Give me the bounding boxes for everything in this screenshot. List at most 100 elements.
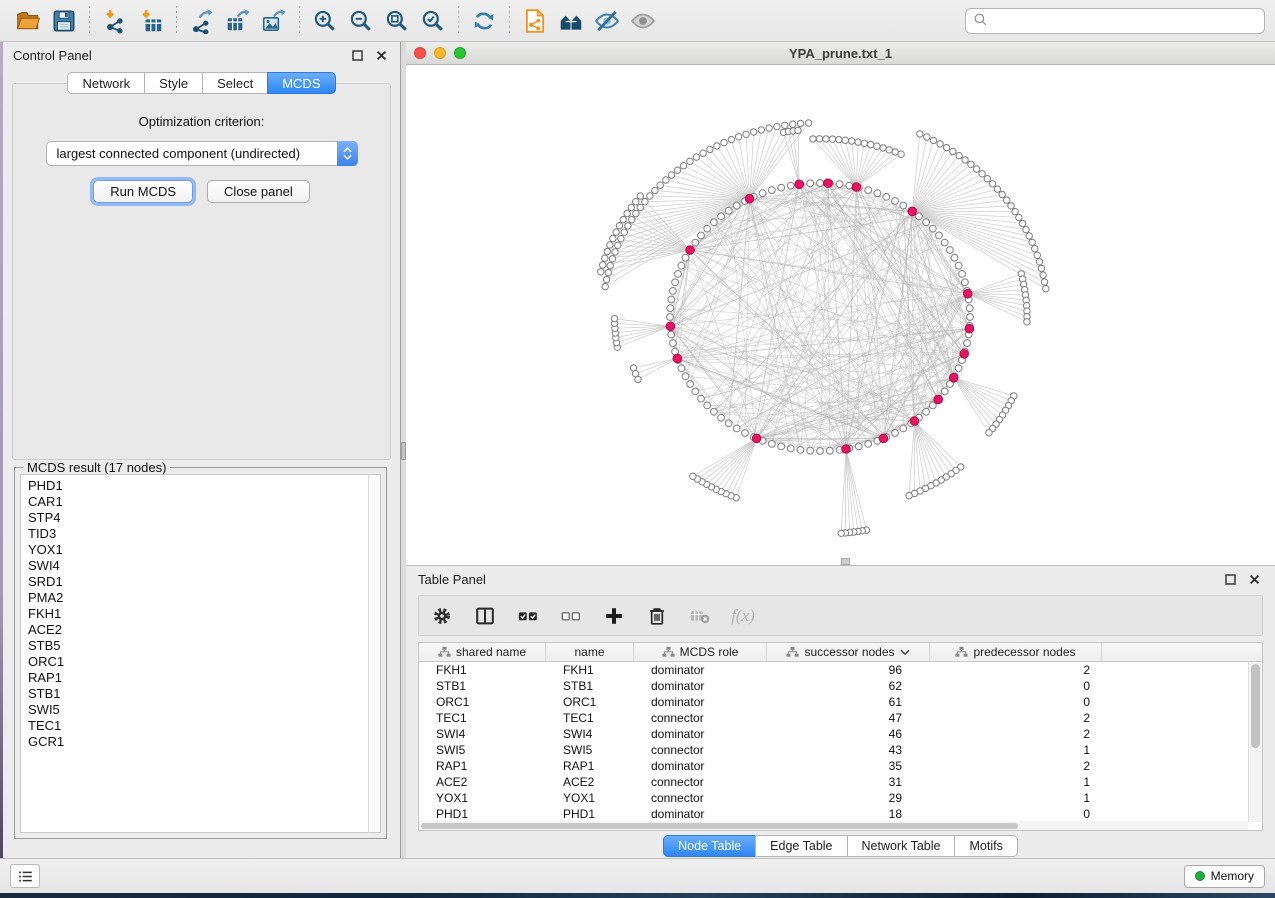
- mcds-result-item[interactable]: FKH1: [28, 606, 380, 622]
- column-header-shared-name[interactable]: shared name: [419, 643, 546, 661]
- tab-edge-table[interactable]: Edge Table: [755, 835, 847, 857]
- table-horizontal-scrollbar[interactable]: [419, 821, 1248, 830]
- table-row[interactable]: ACE2ACE2connector311: [419, 774, 1248, 790]
- column-header-name[interactable]: name: [546, 643, 634, 661]
- table-row[interactable]: SWI5SWI5connector431: [419, 742, 1248, 758]
- run-mcds-button[interactable]: Run MCDS: [93, 180, 193, 203]
- mcds-result-item[interactable]: TID3: [28, 526, 380, 542]
- table-header-row: shared namenameMCDS rolesuccessor nodesp…: [419, 643, 1262, 662]
- tab-motifs[interactable]: Motifs: [954, 835, 1017, 857]
- cell-MCDS-role: connector: [634, 775, 767, 789]
- export-image-button[interactable]: [256, 4, 292, 38]
- mcds-result-item[interactable]: ACE2: [28, 622, 380, 638]
- tab-style[interactable]: Style: [144, 72, 203, 94]
- tab-mcds[interactable]: MCDS: [267, 72, 335, 94]
- import-table-button[interactable]: [133, 4, 169, 38]
- memory-button[interactable]: Memory: [1184, 865, 1265, 888]
- mcds-result-item[interactable]: PHD1: [28, 478, 380, 494]
- cell-name: STB1: [546, 679, 634, 693]
- mcds-result-item[interactable]: YOX1: [28, 542, 380, 558]
- zoom-in-button[interactable]: [307, 4, 343, 38]
- mcds-result-item[interactable]: SWI5: [28, 702, 380, 718]
- mcds-result-item[interactable]: STB5: [28, 638, 380, 654]
- mcds-result-item[interactable]: PMA2: [28, 590, 380, 606]
- table-mode-button[interactable]: [429, 603, 455, 629]
- zoom-out-button[interactable]: [343, 4, 379, 38]
- optimization-criterion-select[interactable]: largest connected component (undirected): [46, 141, 358, 166]
- columns-icon: [474, 605, 496, 627]
- canvas-resize-grip[interactable]: [841, 558, 850, 565]
- tab-network[interactable]: Network: [67, 72, 145, 94]
- table-row[interactable]: STB1STB1dominator620: [419, 678, 1248, 694]
- apply-layout-button[interactable]: [466, 4, 502, 38]
- scrollbar-thumb[interactable]: [421, 823, 1018, 829]
- minimize-traffic-light[interactable]: [434, 47, 446, 59]
- search-box: [965, 8, 1265, 34]
- export-img-icon: [261, 8, 287, 34]
- zoom-fit-button[interactable]: [379, 4, 415, 38]
- mcds-list-scrollbar[interactable]: [368, 474, 381, 833]
- scrollbar-thumb[interactable]: [1251, 664, 1260, 748]
- cell-successor-nodes: 31: [767, 775, 930, 789]
- mcds-result-item[interactable]: CAR1: [28, 494, 380, 510]
- table-row[interactable]: YOX1YOX1connector291: [419, 790, 1248, 806]
- new-network-from-selection-button[interactable]: [517, 4, 553, 38]
- import-network-button[interactable]: [97, 4, 133, 38]
- memory-label: Memory: [1211, 869, 1254, 883]
- mcds-result-item[interactable]: STP4: [28, 510, 380, 526]
- table-panel-header: Table Panel: [406, 566, 1275, 593]
- tab-node-table[interactable]: Node Table: [663, 835, 756, 857]
- table-row[interactable]: FKH1FKH1dominator962: [419, 662, 1248, 678]
- deselect-all-button[interactable]: [558, 603, 584, 629]
- tab-network-table[interactable]: Network Table: [847, 835, 956, 857]
- column-header-MCDS-role[interactable]: MCDS role: [634, 643, 767, 661]
- floppy-icon: [51, 8, 77, 34]
- table-row[interactable]: SWI4SWI4dominator462: [419, 726, 1248, 742]
- create-column-button[interactable]: [601, 603, 627, 629]
- mcds-result-list: PHD1CAR1STP4TID3YOX1SWI4SRD1PMA2FKH1ACE2…: [20, 474, 381, 833]
- panel-menu-button[interactable]: [10, 864, 40, 888]
- column-header-successor-nodes[interactable]: successor nodes: [767, 643, 930, 661]
- toolbar-separator: [89, 6, 90, 36]
- open-file-button[interactable]: [10, 4, 46, 38]
- table-row[interactable]: ORC1ORC1dominator610: [419, 694, 1248, 710]
- mcds-result-item[interactable]: RAP1: [28, 670, 380, 686]
- mcds-result-item[interactable]: STB1: [28, 686, 380, 702]
- float-panel-icon[interactable]: [348, 48, 366, 64]
- mcds-result-item[interactable]: TEC1: [28, 718, 380, 734]
- toggle-column-display-button[interactable]: [472, 603, 498, 629]
- tab-select[interactable]: Select: [202, 72, 268, 94]
- search-input[interactable]: [989, 11, 1258, 31]
- mcds-result-item[interactable]: SWI4: [28, 558, 380, 574]
- close-traffic-light[interactable]: [414, 47, 426, 59]
- cell-predecessor-nodes: 0: [930, 679, 1102, 693]
- mcds-result-item[interactable]: SRD1: [28, 574, 380, 590]
- float-table-panel-icon[interactable]: [1221, 572, 1239, 588]
- cell-predecessor-nodes: 0: [930, 807, 1102, 821]
- hide-selected-button[interactable]: [589, 4, 625, 38]
- mcds-result-item[interactable]: ORC1: [28, 654, 380, 670]
- toolbar-separator: [176, 6, 177, 36]
- table-row[interactable]: TEC1TEC1connector472: [419, 710, 1248, 726]
- zoom-selected-button[interactable]: [415, 4, 451, 38]
- cell-successor-nodes: 18: [767, 807, 930, 821]
- network-graph-svg[interactable]: [406, 65, 1275, 565]
- close-panel-button[interactable]: Close panel: [207, 180, 310, 203]
- export-network-button[interactable]: [184, 4, 220, 38]
- first-neighbors-button[interactable]: [553, 4, 589, 38]
- table-row[interactable]: RAP1RAP1dominator352: [419, 758, 1248, 774]
- mcds-result-item[interactable]: GCR1: [28, 734, 380, 750]
- select-all-button[interactable]: [515, 603, 541, 629]
- export-table-button[interactable]: [220, 4, 256, 38]
- table-row[interactable]: PHD1PHD1dominator180: [419, 806, 1248, 822]
- table-vertical-scrollbar[interactable]: [1248, 662, 1262, 822]
- maximize-traffic-light[interactable]: [454, 47, 466, 59]
- close-panel-icon[interactable]: [372, 48, 390, 64]
- network-canvas[interactable]: [406, 65, 1275, 565]
- delete-columns-button[interactable]: [644, 603, 670, 629]
- close-table-panel-icon[interactable]: [1245, 572, 1263, 588]
- save-session-button[interactable]: [46, 4, 82, 38]
- check-boxes-icon: [517, 605, 539, 627]
- column-header-predecessor-nodes[interactable]: predecessor nodes: [930, 643, 1102, 661]
- show-all-button[interactable]: [625, 4, 661, 38]
